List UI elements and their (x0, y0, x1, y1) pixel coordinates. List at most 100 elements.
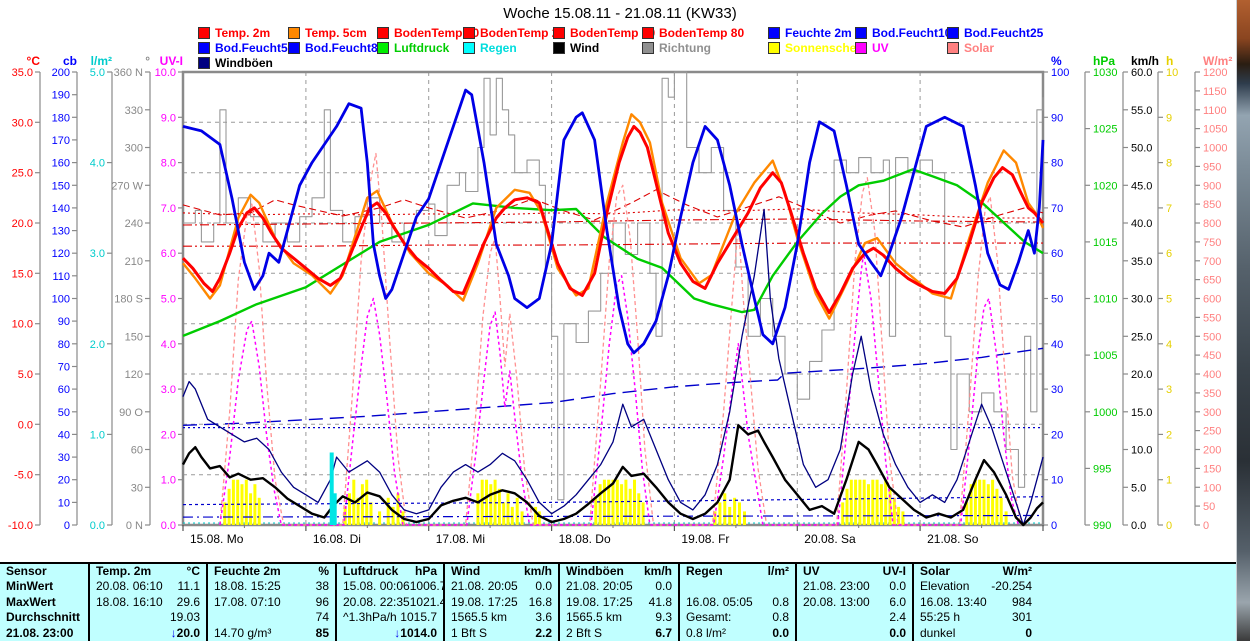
sunshine-bar (378, 511, 382, 525)
table-cell: 20.08. 06:10 11.1 (96, 579, 200, 594)
svg-text:1015: 1015 (1093, 237, 1117, 249)
table-header: Windböen km/h (566, 564, 672, 578)
rain-bar (332, 493, 337, 525)
svg-text:10.0: 10.0 (1131, 445, 1152, 457)
svg-text:350: 350 (1203, 388, 1221, 400)
svg-text:7: 7 (1166, 203, 1172, 215)
sunshine-bar (369, 502, 373, 525)
svg-text:1200: 1200 (1203, 67, 1227, 79)
svg-text:3: 3 (1166, 384, 1172, 396)
svg-text:170: 170 (52, 135, 70, 147)
svg-text:100: 100 (52, 294, 70, 306)
svg-text:3.0: 3.0 (161, 384, 176, 396)
svg-text:995: 995 (1093, 463, 1111, 475)
table-cell: 18.08. 16:10 29.6 (96, 594, 200, 609)
sunshine-bar (506, 493, 510, 525)
svg-text:40.0: 40.0 (1131, 218, 1152, 230)
svg-text:3.0: 3.0 (90, 248, 105, 260)
svg-text:360 N: 360 N (114, 67, 143, 79)
svg-text:150: 150 (125, 331, 143, 343)
table-cell: 18.08. 15:25 38 (214, 579, 329, 594)
sunshine-bar (594, 497, 598, 525)
sunshine-bar (1004, 511, 1008, 525)
x-day-label: 16.08. Di (313, 532, 361, 546)
table-cell: 19.03 (169, 610, 200, 625)
table-cell: 0.0 (889, 625, 906, 640)
sunshine-bar (620, 484, 624, 525)
table-row-label: Sensor (6, 564, 47, 578)
svg-text:1010: 1010 (1093, 294, 1117, 306)
sunshine-bar (901, 511, 905, 525)
sunshine-bar (733, 497, 737, 525)
svg-text:240: 240 (125, 218, 143, 230)
svg-text:35.0: 35.0 (12, 67, 33, 79)
sunshine-bar (875, 479, 879, 525)
svg-text:700: 700 (1203, 256, 1221, 268)
table-cell: dunkel 0 (920, 625, 1032, 640)
svg-text:2.0: 2.0 (90, 339, 105, 351)
sunshine-bar (227, 488, 231, 525)
svg-text:20.0: 20.0 (12, 218, 33, 230)
svg-text:750: 750 (1203, 237, 1221, 249)
svg-text:270 W: 270 W (111, 180, 143, 192)
svg-text:0.0: 0.0 (18, 419, 33, 431)
svg-text:40: 40 (58, 429, 70, 441)
svg-text:0: 0 (1166, 520, 1172, 532)
sunshine-bar (628, 488, 632, 525)
table-cell: 14.70 g/m³ 85 (214, 625, 329, 640)
svg-text:160: 160 (52, 158, 70, 170)
svg-text:950: 950 (1203, 161, 1221, 173)
axis-unit-C: °C (27, 54, 41, 68)
svg-text:210: 210 (125, 256, 143, 268)
svg-text:2: 2 (1166, 429, 1172, 441)
sunshine-bar (249, 493, 253, 525)
svg-text:60.0: 60.0 (1131, 67, 1152, 79)
svg-text:20.0: 20.0 (1131, 369, 1152, 381)
sunshine-bar (999, 497, 1003, 525)
table-cell: 20.08. 22:35 1021.4 (343, 594, 443, 609)
svg-text:50: 50 (58, 407, 70, 419)
sunshine-bar (841, 502, 845, 525)
svg-text:90: 90 (58, 316, 70, 328)
sunshine-bar (520, 511, 524, 525)
sunshine-bar (489, 484, 493, 525)
svg-text:8: 8 (1166, 158, 1172, 170)
svg-text:0.0: 0.0 (90, 520, 105, 532)
svg-text:7.0: 7.0 (161, 203, 176, 215)
svg-text:1005: 1005 (1093, 350, 1117, 362)
table-cell: 2.4 (889, 610, 906, 625)
table-cell: 21.08. 23:00 0.0 (803, 579, 906, 594)
series-bodfeucht50 (182, 347, 1044, 426)
x-day-label: 17.08. Mi (436, 532, 485, 546)
svg-text:20: 20 (58, 475, 70, 487)
svg-text:4.0: 4.0 (90, 158, 105, 170)
svg-text:5.0: 5.0 (90, 67, 105, 79)
sunshine-bar (871, 479, 875, 525)
table-cell: 0.8 l/m² 0.0 (686, 625, 789, 640)
svg-text:1150: 1150 (1203, 86, 1227, 98)
svg-text:90 O: 90 O (119, 407, 143, 419)
table-cell: Elevation -20.254 (920, 579, 1032, 594)
sunshine-bar (633, 479, 636, 525)
svg-text:100: 100 (1203, 482, 1221, 494)
svg-text:70: 70 (1051, 203, 1063, 215)
table-header: Temp. 2m °C (96, 564, 200, 578)
plot-frame (181, 70, 1045, 527)
sunshine-bar (858, 479, 862, 525)
svg-text:15.0: 15.0 (1131, 407, 1152, 419)
svg-text:120: 120 (52, 248, 70, 260)
sunshine-bar (743, 511, 746, 525)
weather-app-window: Woche 15.08.11 - 21.08.11 (KW33) Temp. 2… (0, 0, 1250, 641)
svg-text:80: 80 (58, 339, 70, 351)
svg-text:10: 10 (1051, 475, 1063, 487)
svg-text:850: 850 (1203, 199, 1221, 211)
sunshine-bar (257, 497, 261, 525)
svg-text:20: 20 (1051, 429, 1063, 441)
table-row-label: MaxWert (6, 594, 56, 609)
svg-text:35.0: 35.0 (1131, 256, 1152, 268)
sunshine-bar (223, 502, 227, 525)
svg-text:180: 180 (52, 112, 70, 124)
svg-text:330: 330 (125, 105, 143, 117)
sunshine-bar (986, 484, 990, 525)
x-day-label: 18.08. Do (559, 532, 611, 546)
